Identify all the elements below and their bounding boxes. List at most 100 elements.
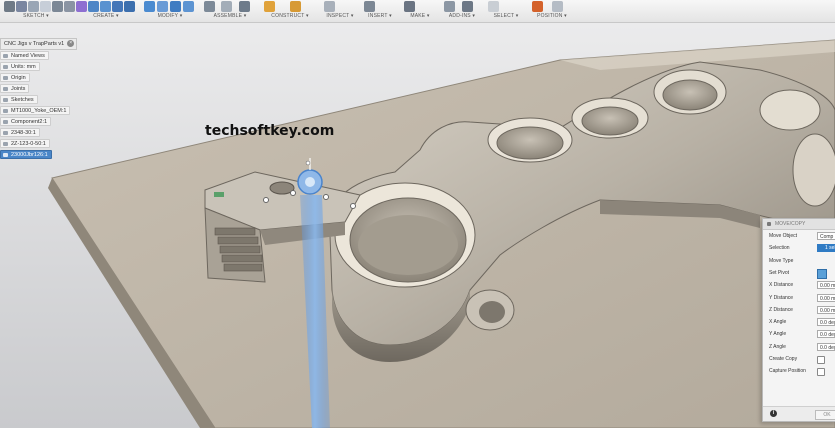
info-icon[interactable]: i bbox=[770, 410, 777, 417]
toolbar-icons bbox=[144, 1, 194, 13]
panel-input[interactable]: 0.00 mm bbox=[817, 281, 835, 290]
panel-row: X Distance 0.00 mm bbox=[769, 280, 835, 290]
panel-row-label: Move Object bbox=[769, 233, 798, 239]
tree-item[interactable]: Units: mm bbox=[0, 62, 40, 71]
toolbar-group-label[interactable]: CREATE ▾ bbox=[76, 13, 136, 19]
tree-item[interactable]: Named Views bbox=[0, 51, 49, 60]
panel-row-label: Z Distance bbox=[769, 306, 793, 313]
toolbar-icons bbox=[76, 1, 135, 13]
toolbar-tool-icon[interactable] bbox=[264, 1, 275, 12]
watermark: techsoftkey.com bbox=[205, 123, 335, 139]
toolbar-group[interactable]: SELECT ▾ bbox=[488, 0, 524, 22]
toolbar-tool-icon[interactable] bbox=[52, 1, 63, 12]
toolbar-icons bbox=[444, 1, 473, 13]
checkbox[interactable] bbox=[817, 368, 825, 377]
panel-input[interactable]: Comp bbox=[817, 232, 835, 240]
toolbar-group-label[interactable]: MODIFY ▾ bbox=[144, 13, 196, 19]
toolbar-group-label[interactable]: MAKE ▾ bbox=[404, 13, 436, 19]
toolbar-group[interactable]: MAKE ▾ bbox=[404, 0, 436, 22]
toolbar-tool-icon[interactable] bbox=[40, 1, 51, 12]
toolbar-group-label[interactable]: INSERT ▾ bbox=[364, 13, 396, 19]
toolbar-group[interactable]: INSPECT ▾ bbox=[324, 0, 356, 22]
toolbar-icons bbox=[532, 1, 563, 13]
toolbar-tool-icon[interactable] bbox=[64, 1, 75, 12]
tree-item[interactable]: 2348-30:1 bbox=[0, 128, 40, 137]
toolbar-group[interactable]: SKETCH ▾ bbox=[4, 0, 75, 22]
tree-item[interactable]: MT1000_Yoke_OEM:1 bbox=[0, 106, 71, 115]
toolbar-group[interactable]: ADD-INS ▾ bbox=[444, 0, 480, 22]
toolbar-group[interactable]: CONSTRUCT ▾ bbox=[264, 0, 316, 22]
panel-title: MOVE/COPY bbox=[775, 221, 806, 227]
toolbar-icons bbox=[264, 1, 301, 13]
toolbar-tool-icon[interactable] bbox=[100, 1, 111, 12]
panel-row-label: X Distance bbox=[769, 282, 794, 289]
toolbar-group[interactable]: ASSEMBLE ▾ bbox=[204, 0, 256, 22]
browser-title[interactable]: CNC Jigs v TrapParts v1 × bbox=[0, 38, 78, 50]
toolbar-tool-icon[interactable] bbox=[404, 1, 415, 12]
toolbar-group-label[interactable]: POSITION ▾ bbox=[532, 13, 572, 19]
toolbar-tool-icon[interactable] bbox=[88, 1, 99, 12]
toolbar-tool-icon[interactable] bbox=[552, 1, 563, 12]
toolbar-group-label[interactable]: CONSTRUCT ▾ bbox=[264, 13, 316, 19]
panel-row: Create Copy bbox=[769, 354, 835, 364]
panel-input[interactable]: 0.0 deg bbox=[817, 318, 835, 327]
tree-item[interactable]: Sketches bbox=[0, 95, 38, 104]
pivot-icon[interactable] bbox=[817, 268, 827, 279]
toolbar-tool-icon[interactable] bbox=[157, 1, 168, 12]
toolbar-tool-icon[interactable] bbox=[28, 1, 39, 12]
toolbar-tool-icon[interactable] bbox=[532, 1, 543, 12]
toolbar-tool-icon[interactable] bbox=[4, 1, 15, 12]
toolbar-tool-icon[interactable] bbox=[112, 1, 123, 12]
panel-input[interactable]: 0.0 deg bbox=[817, 330, 835, 339]
toolbar-tool-icon[interactable] bbox=[488, 1, 499, 12]
toolbar-group-label[interactable]: INSPECT ▾ bbox=[324, 13, 356, 19]
toolbar-group[interactable]: INSERT ▾ bbox=[364, 0, 396, 22]
toolbar-tool-icon[interactable] bbox=[76, 1, 87, 12]
main-toolbar: SKETCH ▾ CREATE ▾ MODIFY ▾ ASSEMBLE ▾ CONSTR… bbox=[0, 0, 835, 23]
toolbar-group-label[interactable]: ASSEMBLE ▾ bbox=[204, 13, 256, 19]
panel-header[interactable]: MOVE/COPY bbox=[763, 219, 835, 230]
toolbar-tool-icon[interactable] bbox=[238, 1, 250, 12]
toolbar-tool-icon[interactable] bbox=[290, 1, 301, 12]
tree-item[interactable]: 23000Jbr126:1 bbox=[0, 150, 52, 159]
toolbar-tool-icon[interactable] bbox=[204, 1, 215, 12]
toolbar-tool-icon[interactable] bbox=[144, 1, 155, 12]
folder-icon bbox=[3, 109, 8, 113]
folder-icon bbox=[3, 120, 8, 124]
toolbar-tool-icon[interactable] bbox=[462, 1, 473, 12]
panel-input[interactable]: 0.0 deg bbox=[817, 342, 835, 351]
panel-input[interactable]: 0.00 mm bbox=[817, 293, 835, 302]
toolbar-tool-icon[interactable] bbox=[124, 1, 135, 12]
panel-row: Set Pivot bbox=[769, 268, 835, 279]
toolbar-tool-icon[interactable] bbox=[16, 1, 27, 12]
toolbar-group-label[interactable]: SELECT ▾ bbox=[488, 13, 524, 19]
toolbar-group-label[interactable]: ADD-INS ▾ bbox=[444, 13, 480, 19]
toolbar-group[interactable]: MODIFY ▾ bbox=[144, 0, 196, 22]
model-scene[interactable] bbox=[0, 0, 835, 428]
panel-row-label: Z Angle bbox=[769, 343, 786, 350]
toolbar-tool-icon[interactable] bbox=[324, 1, 335, 12]
toolbar-group[interactable]: POSITION ▾ bbox=[532, 0, 572, 22]
panel-input[interactable]: 0.00 mm bbox=[817, 305, 835, 314]
toolbar-tool-icon[interactable] bbox=[221, 1, 233, 12]
panel-row: Y Distance 0.00 mm bbox=[769, 293, 835, 303]
close-icon[interactable]: × bbox=[67, 40, 75, 47]
toolbar-group[interactable]: CREATE ▾ bbox=[76, 0, 136, 22]
toolbar-tool-icon[interactable] bbox=[364, 1, 375, 12]
tree-item[interactable]: 2Z-123-0-50:1 bbox=[0, 139, 50, 148]
tree-item[interactable]: Origin bbox=[0, 73, 30, 82]
toolbar-tool-icon[interactable] bbox=[183, 1, 194, 12]
toolbar-group-label[interactable]: SKETCH ▾ bbox=[4, 13, 68, 19]
tree-item[interactable]: Joints bbox=[0, 84, 30, 93]
panel-row: Selection 1 sel bbox=[769, 243, 835, 253]
tree-item-label: Origin bbox=[11, 75, 26, 81]
viewport-3d[interactable] bbox=[0, 0, 835, 428]
panel-input[interactable] bbox=[817, 257, 835, 265]
selection-button[interactable]: 1 sel bbox=[817, 244, 835, 253]
checkbox[interactable] bbox=[817, 356, 825, 364]
tree-item[interactable]: Component2:1 bbox=[0, 117, 52, 126]
toolbar-tool-icon[interactable] bbox=[170, 1, 181, 12]
toolbar-tool-icon[interactable] bbox=[444, 1, 455, 12]
panel-row-label: Selection bbox=[769, 245, 790, 252]
ok-button[interactable]: OK bbox=[815, 410, 835, 420]
